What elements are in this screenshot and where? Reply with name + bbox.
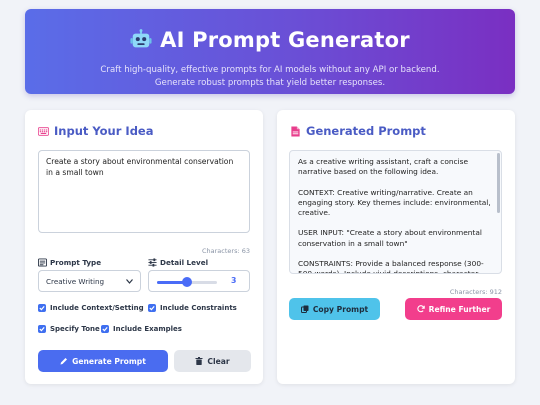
checkbox-include-examples[interactable]: Include Examples — [101, 325, 182, 333]
prompt-type-select[interactable]: Creative Writing — [38, 270, 141, 292]
output-scrollbar[interactable] — [497, 153, 500, 213]
robot-icon — [130, 29, 152, 48]
detail-level-value: 3 — [231, 276, 237, 285]
output-paragraph: USER INPUT: "Create a story about enviro… — [298, 228, 482, 248]
detail-level-label: Detail Level — [148, 258, 208, 267]
pencil-icon — [60, 358, 68, 365]
detail-level-control: 3 — [148, 270, 250, 292]
slider-thumb[interactable] — [182, 277, 192, 287]
app-subtitle-line-2: Generate robust prompts that yield bette… — [154, 78, 386, 88]
input-card-title-text: Input Your Idea — [54, 124, 154, 138]
output-paragraph: CONSTRAINTS: Provide a balanced response… — [298, 259, 484, 274]
prompt-type-label: Prompt Type — [38, 258, 101, 267]
copy-icon — [300, 305, 309, 313]
app-subtitle-line-1: Craft high-quality, effective prompts fo… — [100, 65, 440, 75]
checkbox-include-context[interactable]: Include Context/Setting — [38, 304, 144, 312]
output-card: Generated Prompt As a creative writing a… — [277, 110, 515, 384]
copy-prompt-button[interactable]: Copy Prompt — [289, 298, 380, 320]
refine-further-button[interactable]: Refine Further — [405, 298, 502, 320]
file-icon — [291, 125, 300, 137]
output-paragraph: As a creative writing assistant, craft a… — [298, 157, 469, 177]
list-icon — [38, 258, 47, 267]
output-card-title: Generated Prompt — [290, 124, 426, 138]
idea-char-count: Characters: 63 — [201, 247, 250, 255]
generated-prompt-output[interactable]: As a creative writing assistant, craft a… — [289, 150, 502, 274]
input-card-title: Input Your Idea — [38, 124, 154, 138]
input-card: Input Your Idea Characters: 63 Prompt Ty… — [25, 110, 263, 384]
prompt-type-value: Creative Writing — [46, 276, 105, 286]
checkbox-include-constraints[interactable]: Include Constraints — [148, 304, 237, 312]
clear-button[interactable]: Clear — [174, 350, 251, 372]
output-char-count: Characters: 912 — [449, 288, 502, 296]
app-header: AI Prompt Generator Craft high-quality, … — [25, 9, 515, 94]
app-title: AI Prompt Generator — [160, 28, 410, 52]
output-paragraph: CONTEXT: Creative writing/narrative. Cre… — [298, 187, 491, 218]
generate-prompt-button[interactable]: Generate Prompt — [38, 350, 168, 372]
chevron-down-icon — [126, 278, 133, 284]
output-card-title-text: Generated Prompt — [306, 124, 426, 138]
checkbox-checked-icon — [38, 304, 46, 312]
checkbox-checked-icon — [148, 304, 156, 312]
refresh-icon — [417, 305, 425, 313]
checkbox-specify-tone[interactable]: Specify Tone — [38, 325, 100, 333]
sliders-icon — [148, 258, 157, 267]
keyboard-icon — [38, 126, 49, 136]
title-row: AI Prompt Generator — [25, 25, 515, 55]
trash-icon — [195, 357, 203, 365]
checkbox-checked-icon — [38, 325, 46, 333]
checkbox-checked-icon — [101, 325, 109, 333]
idea-input[interactable] — [38, 150, 250, 233]
